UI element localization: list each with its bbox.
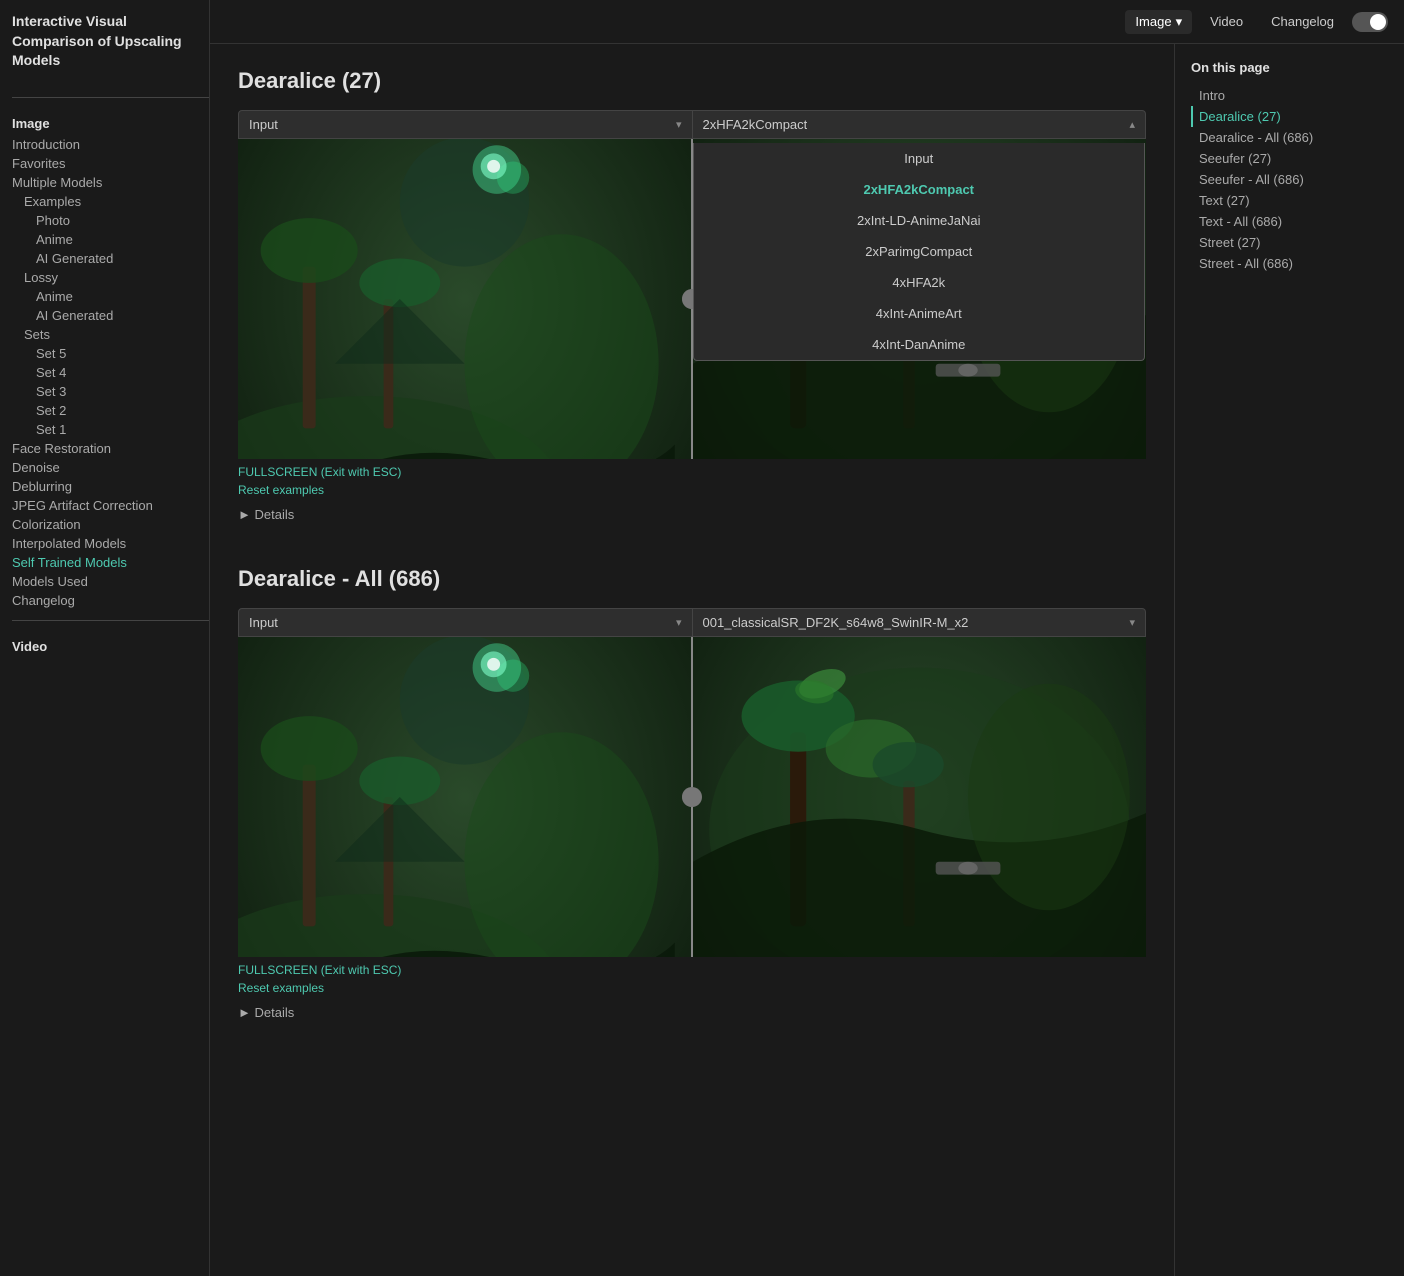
sidebar-item-set-1[interactable]: Set 1 — [12, 420, 209, 439]
chevron-down-icon: ▾ — [676, 616, 682, 629]
section-dearalice-all-686: Dearalice - All (686) Input▾001_classical… — [238, 566, 1146, 1024]
dropdowns-row-0: Input▾2xHFA2kCompact▴Input2xHFA2kCompact… — [238, 110, 1146, 139]
sidebar-item-set-2[interactable]: Set 2 — [12, 401, 209, 420]
dropdowns-row-1: Input▾001_classicalSR_DF2K_s64w8_SwinIR-… — [238, 608, 1146, 637]
nav-changelog-btn[interactable]: Changelog — [1261, 10, 1344, 33]
dropdown-option-4xhfa2k[interactable]: 4xHFA2k — [694, 267, 1145, 298]
sidebar-item-face-restoration[interactable]: Face Restoration — [12, 439, 209, 458]
dropdown-overlay-0: Input2xHFA2kCompact2xInt-LD-AnimeJaNai2x… — [693, 143, 1146, 361]
sidebar-item-self-trained-models[interactable]: Self Trained Models — [12, 553, 209, 572]
dropdown-option-4xint-dananime[interactable]: 4xInt-DanAnime — [694, 329, 1145, 360]
left-image-svg — [238, 637, 691, 957]
sidebar-item-favorites[interactable]: Favorites — [12, 154, 209, 173]
toc-item-text---all-686-[interactable]: Text - All (686) — [1191, 211, 1388, 232]
sidebar-item-colorization[interactable]: Colorization — [12, 515, 209, 534]
app-title: Interactive Visual Comparison of Upscali… — [12, 12, 209, 71]
sidebar-item-sets[interactable]: Sets — [12, 325, 209, 344]
sidebar-item-set-5[interactable]: Set 5 — [12, 344, 209, 363]
details-toggle-1[interactable]: ► Details — [238, 1001, 1146, 1024]
fullscreen-link-0[interactable]: FULLSCREEN (Exit with ESC) — [238, 465, 1146, 479]
toc-item-seeufer-27-[interactable]: Seeufer (27) — [1191, 148, 1388, 169]
section-dearalice-27: Dearalice (27)Input▾2xHFA2kCompact▴Input… — [238, 68, 1146, 526]
sidebar-item-jpeg-artifact-correction[interactable]: JPEG Artifact Correction — [12, 496, 209, 515]
sidebar-item-multiple-models[interactable]: Multiple Models — [12, 173, 209, 192]
chevron-down-icon: ▾ — [676, 118, 682, 131]
sidebar-item-models-used[interactable]: Models Used — [12, 572, 209, 591]
image-left-0 — [238, 139, 691, 459]
right-image-svg — [693, 637, 1146, 957]
sidebar-item-ai-generated[interactable]: AI Generated — [12, 306, 209, 325]
toc-item-text-27-[interactable]: Text (27) — [1191, 190, 1388, 211]
sidebar-item-interpolated-models[interactable]: Interpolated Models — [12, 534, 209, 553]
toc-item-street-27-[interactable]: Street (27) — [1191, 232, 1388, 253]
image-comparison-1 — [238, 637, 1146, 957]
right-dropdown-1[interactable]: 001_classicalSR_DF2K_s64w8_SwinIR-M_x2▾ — [693, 608, 1147, 637]
dropdown-option-2xint-ld-animejanai[interactable]: 2xInt-LD-AnimeJaNai — [694, 205, 1145, 236]
toc-item-intro[interactable]: Intro — [1191, 85, 1388, 106]
sidebar-item-set-3[interactable]: Set 3 — [12, 382, 209, 401]
dropdown-option-2xparimgcompact[interactable]: 2xParimgCompact — [694, 236, 1145, 267]
right-dropdown-0[interactable]: 2xHFA2kCompact▴Input2xHFA2kCompact2xInt-… — [693, 110, 1147, 139]
sidebar-item-anime[interactable]: Anime — [12, 287, 209, 306]
sidebar-item-introduction[interactable]: Introduction — [12, 135, 209, 154]
sidebar: Interactive Visual Comparison of Upscali… — [0, 0, 210, 1276]
fullscreen-link-1[interactable]: FULLSCREEN (Exit with ESC) — [238, 963, 1146, 977]
topnav: Image ▾ Video Changelog — [210, 0, 1404, 44]
sidebar-item-set-4[interactable]: Set 4 — [12, 363, 209, 382]
widget-footer-1: FULLSCREEN (Exit with ESC) Reset examples — [238, 957, 1146, 1001]
divider-handle-1[interactable] — [682, 787, 702, 807]
sidebar-item-examples[interactable]: Examples — [12, 192, 209, 211]
toc-item-dearalice---all-686-[interactable]: Dearalice - All (686) — [1191, 127, 1388, 148]
toc-title: On this page — [1191, 60, 1388, 75]
section-title-1: Dearalice - All (686) — [238, 566, 1146, 592]
toc-item-seeufer---all-686-[interactable]: Seeufer - All (686) — [1191, 169, 1388, 190]
sidebar-section-image: Image — [12, 116, 209, 131]
section-title-0: Dearalice (27) — [238, 68, 1146, 94]
toc-item-dearalice-27-[interactable]: Dearalice (27) — [1191, 106, 1388, 127]
sidebar-item-ai-generated[interactable]: AI Generated — [12, 249, 209, 268]
theme-toggle-btn[interactable] — [1352, 12, 1388, 32]
widget-footer-0: FULLSCREEN (Exit with ESC) Reset examples — [238, 459, 1146, 503]
sidebar-item-photo[interactable]: Photo — [12, 211, 209, 230]
left-dropdown-1[interactable]: Input▾ — [238, 608, 693, 637]
main-content: Dearalice (27)Input▾2xHFA2kCompact▴Input… — [210, 44, 1174, 1276]
nav-video-btn[interactable]: Video — [1200, 10, 1253, 33]
chevron-up-icon: ▾ — [1129, 616, 1135, 629]
toc-item-street---all-686-[interactable]: Street - All (686) — [1191, 253, 1388, 274]
reset-link-1[interactable]: Reset examples — [238, 981, 324, 995]
sidebar-item-anime[interactable]: Anime — [12, 230, 209, 249]
dropdown-option-4xint-animeart[interactable]: 4xInt-AnimeArt — [694, 298, 1145, 329]
details-toggle-0[interactable]: ► Details — [238, 503, 1146, 526]
chevron-up-icon: ▴ — [1129, 118, 1135, 131]
left-dropdown-0[interactable]: Input▾ — [238, 110, 693, 139]
reset-link-0[interactable]: Reset examples — [238, 483, 324, 497]
table-of-contents: On this page IntroDearalice (27)Dearalic… — [1174, 44, 1404, 1276]
sidebar-item-lossy[interactable]: Lossy — [12, 268, 209, 287]
sidebar-item-changelog[interactable]: Changelog — [12, 591, 209, 610]
sidebar-item-deblurring[interactable]: Deblurring — [12, 477, 209, 496]
image-left-1 — [238, 637, 691, 957]
dropdown-option-2xhfa2kcompact[interactable]: 2xHFA2kCompact — [694, 174, 1145, 205]
image-right-1 — [693, 637, 1146, 957]
sidebar-item-denoise[interactable]: Denoise — [12, 458, 209, 477]
left-image-svg — [238, 139, 691, 459]
dropdown-option-input[interactable]: Input — [694, 143, 1145, 174]
chevron-down-icon: ▾ — [1176, 14, 1183, 30]
sidebar-section-video: Video — [12, 639, 209, 654]
nav-image-btn[interactable]: Image ▾ — [1125, 10, 1192, 34]
